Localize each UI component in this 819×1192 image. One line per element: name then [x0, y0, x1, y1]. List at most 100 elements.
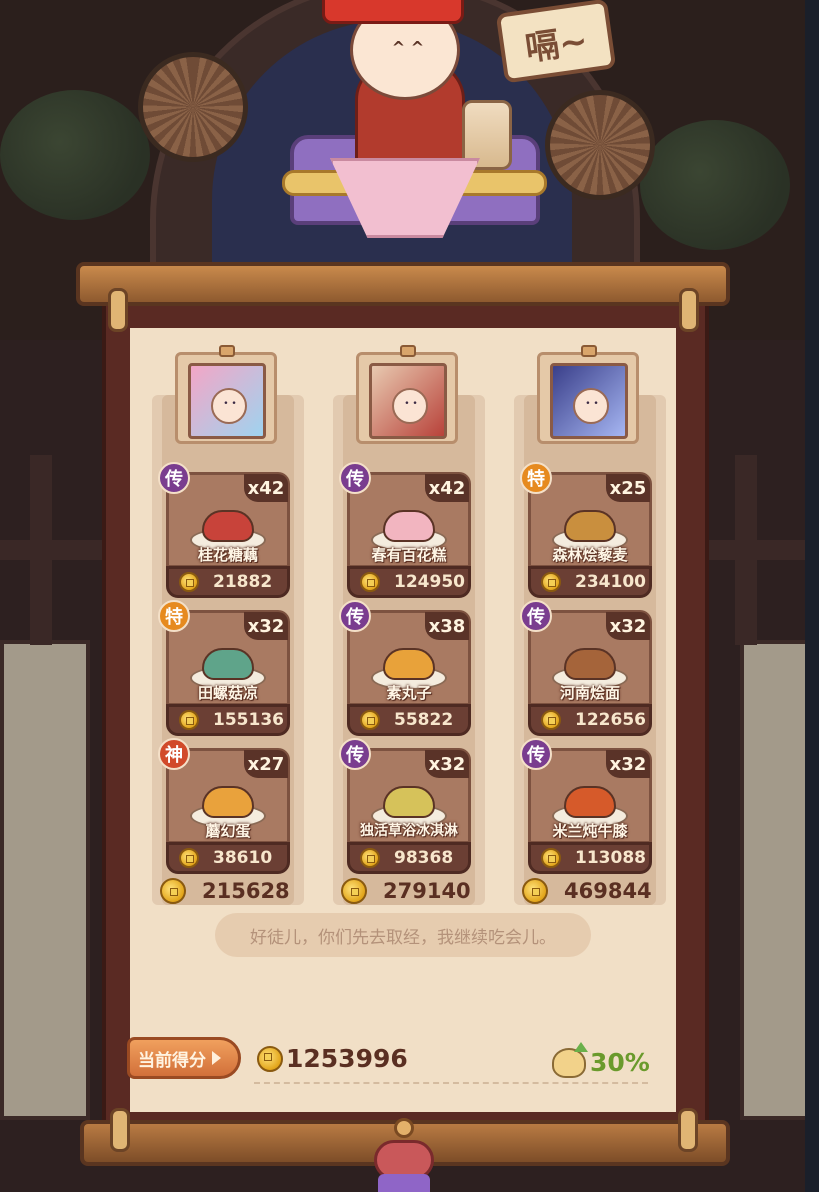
dish-card[interactable]: 田螺菇凉 x32 特 155136 — [158, 600, 290, 736]
background-post — [30, 455, 52, 645]
rarity-badge: 传 — [158, 462, 190, 494]
dish-card[interactable]: 蘑幻蛋 x27 神 38610 — [158, 738, 290, 874]
dish-value-bar: 113088 — [528, 842, 652, 874]
coin-icon — [179, 848, 199, 868]
dish-value-bar: 98368 — [347, 842, 471, 874]
food-icon — [202, 648, 254, 680]
dish-value: 122656 — [575, 710, 646, 730]
coin-icon — [341, 878, 367, 904]
dish-value: 98368 — [394, 848, 454, 868]
portrait-eyes: • • — [585, 399, 599, 409]
dish-quantity: x42 — [425, 474, 469, 502]
character-message: 好徒儿，你们先去取经，我继续吃会儿。 — [215, 913, 591, 957]
character-face: ^ ^ — [391, 38, 425, 57]
rarity-badge: 特 — [520, 462, 552, 494]
dish-quantity: x27 — [244, 750, 288, 778]
rarity-badge: 传 — [339, 738, 371, 770]
rarity-badge: 传 — [520, 738, 552, 770]
dish-card[interactable]: 森林烩藜麦 x25 特 234100 — [520, 462, 652, 598]
scroll-cap — [679, 288, 699, 332]
current-score-label[interactable]: 当前得分 — [127, 1037, 241, 1079]
background-window-left — [0, 640, 90, 1120]
coin-icon — [541, 572, 561, 592]
pin-icon — [400, 345, 416, 357]
food-icon — [202, 510, 254, 542]
dish-value: 124950 — [394, 572, 465, 592]
dish-value-bar: 38610 — [166, 842, 290, 874]
dish-name: 独活草浴冰淇淋 — [360, 823, 458, 839]
dish-name: 河南烩面 — [559, 684, 620, 702]
rarity-badge: 传 — [520, 600, 552, 632]
dish-card[interactable]: 米兰炖牛膝 x32 传 113088 — [520, 738, 652, 874]
coin-icon — [257, 1046, 283, 1072]
dish-value: 38610 — [213, 848, 273, 868]
plant-left — [0, 90, 150, 220]
dish-quantity: x32 — [425, 750, 469, 778]
bonus-percent: 30% — [590, 1048, 650, 1077]
portrait-frame-3[interactable]: • • — [537, 345, 639, 444]
dish-value: 113088 — [575, 848, 646, 868]
dish-name: 桂花糖藕 — [197, 546, 258, 564]
dish-name: 森林烩藜麦 — [552, 546, 628, 564]
dish-value: 155136 — [213, 710, 284, 730]
column-total-value: 469844 — [564, 879, 652, 903]
dish-quantity: x32 — [606, 750, 650, 778]
dish-name: 田螺菇凉 — [197, 684, 258, 702]
coin-icon — [160, 878, 186, 904]
food-icon — [383, 510, 435, 542]
background-post — [735, 455, 757, 645]
scroll-cap — [678, 1108, 698, 1152]
dish-value-bar: 234100 — [528, 566, 652, 598]
knot-tassel — [378, 1174, 430, 1192]
food-icon — [383, 648, 435, 680]
portrait-eyes: • • — [223, 399, 237, 409]
dish-quantity: x38 — [425, 612, 469, 640]
burp-sign-text: 嗝~ — [522, 20, 591, 69]
dish-name: 蘑幻蛋 — [205, 822, 251, 840]
column-total: 279140 — [341, 876, 471, 906]
dish-value: 234100 — [575, 572, 646, 592]
dish-quantity: x25 — [606, 474, 650, 502]
dish-name: 春有百花糕 — [371, 546, 447, 564]
dish-name: 米兰炖牛膝 — [552, 822, 628, 840]
character-portrait-2: • • — [369, 363, 447, 439]
portrait-eyes: • • — [404, 399, 418, 409]
dish-value-bar: 21882 — [166, 566, 290, 598]
dish-quantity: x42 — [244, 474, 288, 502]
rarity-badge: 特 — [158, 600, 190, 632]
dish-card[interactable]: 独活草浴冰淇淋 x32 传 98368 — [339, 738, 471, 874]
coin-icon — [541, 710, 561, 730]
bonus-pouch-icon — [552, 1042, 588, 1078]
background-window-right — [740, 640, 810, 1120]
dish-card[interactable]: 桂花糖藕 x42 传 21882 — [158, 462, 290, 598]
coin-icon — [541, 848, 561, 868]
coin-icon — [360, 572, 380, 592]
score-divider — [254, 1082, 648, 1084]
dish-value-bar: 155136 — [166, 704, 290, 736]
rarity-badge: 神 — [158, 738, 190, 770]
character-portrait-3: • • — [550, 363, 628, 439]
dish-quantity: x32 — [606, 612, 650, 640]
rarity-badge: 传 — [339, 462, 371, 494]
plant-right — [640, 120, 790, 250]
coin-icon — [360, 848, 380, 868]
dish-card[interactable]: 春有百花糕 x42 传 124950 — [339, 462, 471, 598]
portrait-frame-2[interactable]: • • — [356, 345, 458, 444]
coin-icon — [360, 710, 380, 730]
dish-card[interactable]: 河南烩面 x32 传 122656 — [520, 600, 652, 736]
play-arrow-icon — [212, 1051, 221, 1065]
dish-card[interactable]: 素丸子 x38 传 55822 — [339, 600, 471, 736]
column-total-value: 279140 — [383, 879, 471, 903]
knot-top — [394, 1118, 414, 1138]
character-portrait-1: • • — [188, 363, 266, 439]
column-total: 469844 — [522, 876, 652, 906]
portrait-frame-1[interactable]: • • — [175, 345, 277, 444]
right-edge — [805, 0, 819, 1192]
dish-value-bar: 124950 — [347, 566, 471, 598]
food-icon — [564, 786, 616, 818]
food-icon — [383, 786, 435, 818]
pin-icon — [219, 345, 235, 357]
coin-icon — [522, 878, 548, 904]
column-total-value: 215628 — [202, 879, 290, 903]
food-icon — [202, 786, 254, 818]
